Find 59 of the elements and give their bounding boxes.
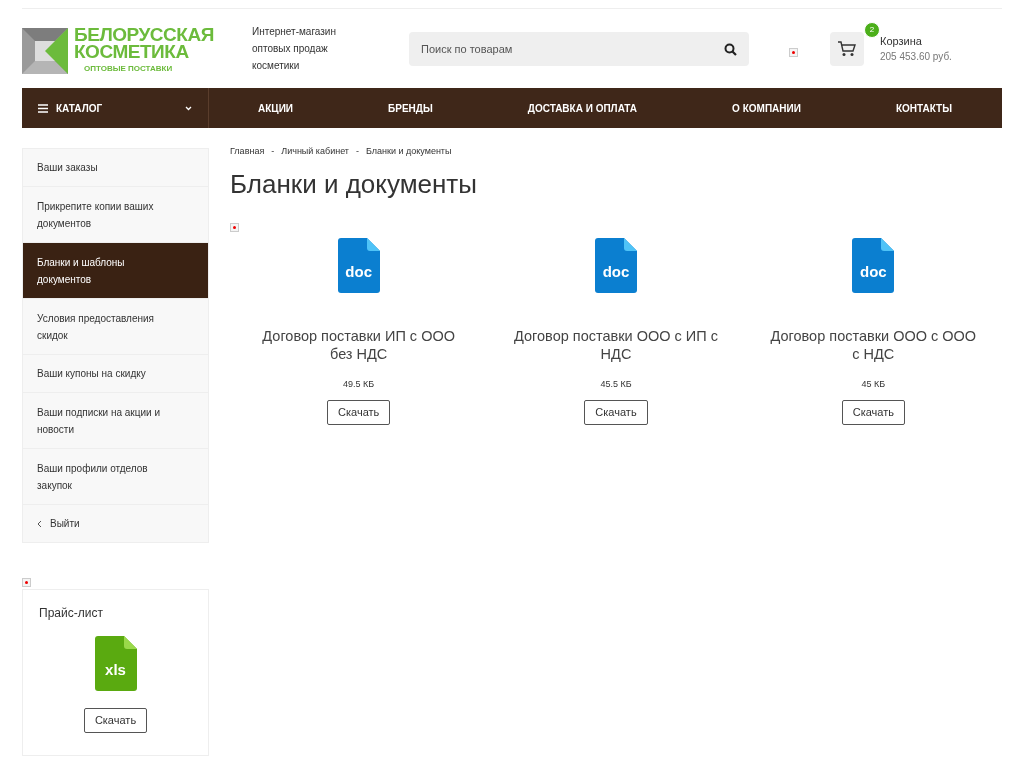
catalog-menu-button[interactable]: КАТАЛОГ <box>22 88 209 128</box>
sidebar-item[interactable]: Бланки и шаблоны документов <box>23 243 208 299</box>
slogan-text: Интернет-магазин <box>252 25 337 39</box>
document-title: Договор поставки ООО с ИП с НДС <box>513 326 719 363</box>
search-icon[interactable] <box>724 42 737 56</box>
nav-link[interactable]: О КОМПАНИИ <box>732 100 801 116</box>
sidebar-item[interactable]: Условия предоставления скидок <box>23 299 208 355</box>
sidebar-item[interactable]: Ваши подписки на акции и новости <box>23 393 208 449</box>
broken-image-icon <box>789 47 798 57</box>
cart-count-badge: 2 <box>864 21 880 38</box>
file-icon <box>595 237 637 293</box>
broken-image-icon <box>230 222 239 232</box>
download-button[interactable]: Скачать <box>841 400 905 425</box>
card-title: Прайс-лист <box>39 605 103 622</box>
nav-link[interactable]: БРЕНДЫ <box>388 100 433 116</box>
logout-link[interactable]: Выйти <box>23 505 208 542</box>
search-field[interactable]: Поиск по товарам <box>409 31 749 66</box>
nav-link[interactable]: АКЦИИ <box>258 100 293 116</box>
file-type-label: doc <box>601 263 631 279</box>
page-title: Бланки и документы <box>230 167 478 200</box>
menu-icon <box>38 103 48 113</box>
slogan-text: косметики <box>252 59 301 73</box>
breadcrumb-link[interactable]: Главная <box>230 145 265 159</box>
file-type-label: doc <box>344 263 373 279</box>
logo-mark-icon <box>22 27 68 74</box>
broken-image-icon <box>22 578 31 587</box>
breadcrumb-link[interactable]: Бланки и документы <box>366 145 452 159</box>
download-button[interactable]: Скачать <box>584 400 648 425</box>
chevron-down-icon <box>185 105 192 111</box>
document-title: Договор поставки ИП с ООО без НДС <box>261 326 456 363</box>
file-icon <box>852 237 895 293</box>
cart-label[interactable]: Корзина <box>880 32 952 50</box>
chevron-left-icon <box>37 519 42 528</box>
logo-text: БЕЛОРУССКАЯ <box>74 26 214 43</box>
file-type-label: xls <box>104 662 127 677</box>
file-icon <box>94 636 137 691</box>
slogan-text: оптовых продаж <box>252 42 329 56</box>
logout-label[interactable]: Выйти <box>50 516 80 531</box>
logo-tagline: ОПТОВЫЕ ПОСТАВКИ <box>83 63 174 75</box>
file-size: 49.5 КБ <box>343 377 375 391</box>
breadcrumb-link[interactable]: Личный кабинет <box>281 145 349 159</box>
breadcrumb-separator: - <box>271 145 275 158</box>
logo-text: КОСМЕТИКА <box>74 43 190 60</box>
sidebar-item[interactable]: Ваши заказы <box>23 149 208 187</box>
file-type-label: doc <box>859 263 888 279</box>
download-button[interactable]: Скачать <box>327 400 391 425</box>
file-size: 45 КБ <box>861 377 886 391</box>
nav-link[interactable]: КОНТАКТЫ <box>895 100 952 116</box>
file-icon <box>337 237 380 293</box>
download-button[interactable]: Скачать <box>83 708 148 733</box>
document-title: Договор поставки ООО с ООО с НДС <box>769 326 978 363</box>
file-size: 45.5 КБ <box>600 377 632 391</box>
breadcrumb-separator: - <box>356 145 359 158</box>
nav-link[interactable]: ДОСТАВКА И ОПЛАТА <box>527 100 638 116</box>
sidebar-item[interactable]: Ваши профили отделов закупок <box>23 449 208 505</box>
cart-icon <box>838 40 856 57</box>
cart-button[interactable] <box>830 31 864 66</box>
cart-total: 205 453.60 руб. <box>880 50 952 65</box>
sidebar-item[interactable]: Ваши купоны на скидку <box>23 355 208 393</box>
